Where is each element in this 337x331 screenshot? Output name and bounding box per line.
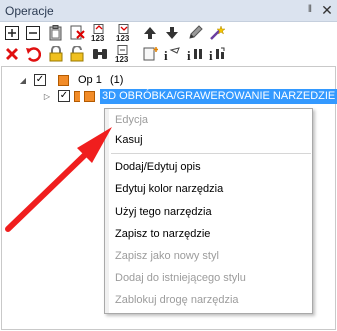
op-label: Op 1 xyxy=(78,74,102,86)
menu-item-add-edit-description[interactable]: Dodaj/Edytuj opis xyxy=(115,157,201,177)
move-down-icon[interactable] xyxy=(163,24,181,42)
svg-text:i: i xyxy=(209,48,213,62)
svg-text:i: i xyxy=(164,48,168,62)
context-menu: Edycja Kasuj Dodaj/Edytuj opis Edytuj ko… xyxy=(104,108,313,314)
tool-partial-square xyxy=(74,91,80,102)
collapse-arrow-icon[interactable]: ◢ xyxy=(18,76,28,86)
collapse-all-icon[interactable] xyxy=(24,24,42,42)
menu-item-edycja: Edycja xyxy=(115,114,149,126)
operations-panel: Operacje ‖ ✕ 123 123 123 i i i ◢ ✓ Op 1 … xyxy=(0,0,337,331)
magic-wand-icon[interactable] xyxy=(208,24,226,42)
close-icon[interactable]: ✕ xyxy=(319,2,335,18)
toolbar-row-2: 123 i i i xyxy=(0,43,337,65)
menu-item-add-to-existing-style: Dodaj do istniejącego stylu xyxy=(115,272,246,284)
menu-item-use-this-tool[interactable]: Użyj tego narzędzia xyxy=(115,202,212,222)
op-count: (1) xyxy=(110,74,124,86)
info-tool-icon[interactable]: i xyxy=(163,45,181,63)
undo-icon[interactable] xyxy=(24,45,42,63)
panel-title: Operacje xyxy=(5,4,54,18)
tool-checkbox[interactable]: ✓ xyxy=(58,90,70,102)
menu-gutter xyxy=(105,109,109,313)
tree-row-tool[interactable]: ▷ ✓ 3D OBRÓBKA/GRAWEROWANIE NARZEDZIE 7 xyxy=(2,89,337,105)
tool-label[interactable]: 3D OBRÓBKA/GRAWEROWANIE NARZEDZIE 7 xyxy=(100,89,337,104)
move-up-icon[interactable] xyxy=(141,24,159,42)
info-count-icon[interactable]: i xyxy=(186,45,204,63)
toolbar-row-1: 123 123 xyxy=(0,22,337,44)
renumber-alt-icon[interactable]: 123 xyxy=(115,24,135,42)
unlock-icon[interactable] xyxy=(68,45,86,63)
renumber-123-icon[interactable]: 123 xyxy=(114,45,134,63)
paste-icon[interactable] xyxy=(47,24,65,42)
tool-color-square xyxy=(84,91,95,102)
menu-item-save-this-tool[interactable]: Zapisz to narzędzie xyxy=(115,224,210,244)
tree-row-op[interactable]: ◢ ✓ Op 1 (1) xyxy=(2,73,202,89)
menu-item-lock-toolpath: Zablokuj drogę narzędzia xyxy=(115,294,239,306)
delete-doc-icon[interactable] xyxy=(68,24,86,42)
pencil-icon[interactable] xyxy=(186,24,204,42)
menu-separator xyxy=(111,153,311,154)
renumber-123-text: 123 xyxy=(115,55,129,63)
lock-icon[interactable] xyxy=(47,45,65,63)
expand-all-icon[interactable] xyxy=(3,24,21,42)
menu-item-kasuj[interactable]: Kasuj xyxy=(115,130,143,150)
panel-titlebar: Operacje ‖ ✕ xyxy=(0,0,337,22)
renumber-text: 123 xyxy=(91,34,105,42)
svg-text:i: i xyxy=(187,48,191,62)
move-icon[interactable] xyxy=(141,45,159,63)
operation-color-square xyxy=(58,75,69,86)
pin-icon[interactable]: ‖ xyxy=(303,3,317,17)
renumber-icon[interactable]: 123 xyxy=(90,24,110,42)
op-checkbox[interactable]: ✓ xyxy=(34,74,46,86)
menu-item-save-as-new-style: Zapisz jako nowy styl xyxy=(115,250,219,262)
expand-arrow-icon[interactable]: ▷ xyxy=(42,92,52,102)
renumber-alt-text: 123 xyxy=(116,34,130,42)
info-settings-icon[interactable]: i xyxy=(208,45,226,63)
remove-icon[interactable] xyxy=(3,45,21,63)
menu-item-edit-tool-color[interactable]: Edytuj kolor narzędzia xyxy=(115,179,223,199)
binoculars-icon[interactable] xyxy=(91,45,109,63)
